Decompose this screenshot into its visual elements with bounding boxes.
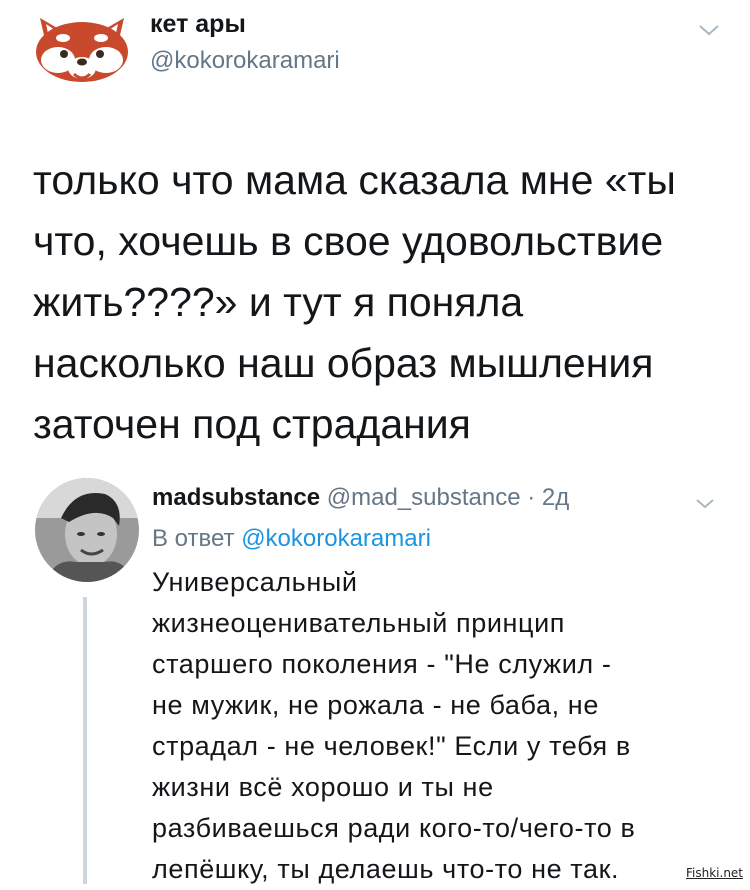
chevron-down-icon[interactable] <box>695 497 715 510</box>
reply-header: madsubstance @mad_substance · 2д <box>152 484 569 512</box>
reply-meta[interactable]: @mad_substance · 2д <box>327 484 569 511</box>
reply-to-handle-link[interactable]: @kokorokaramari <box>241 525 431 552</box>
red-panda-avatar-icon[interactable] <box>30 10 134 86</box>
reply-avatar[interactable] <box>35 478 139 582</box>
chevron-down-icon[interactable] <box>697 22 721 38</box>
main-handle[interactable]: @kokorokaramari <box>150 47 340 75</box>
reply-to-line: В ответ @kokorokaramari <box>152 525 431 553</box>
reply-text: Универсальный жизнеоценивательный принци… <box>152 567 636 884</box>
main-tweet-text: только что мама сказала мне «ты что, хоч… <box>33 157 676 447</box>
reply-to-prefix: В ответ <box>152 525 235 552</box>
thread-line <box>83 597 87 884</box>
watermark: Fishki.net <box>684 866 746 880</box>
reply-display-name[interactable]: madsubstance <box>152 484 320 511</box>
main-display-name[interactable]: кет ары <box>150 10 246 39</box>
